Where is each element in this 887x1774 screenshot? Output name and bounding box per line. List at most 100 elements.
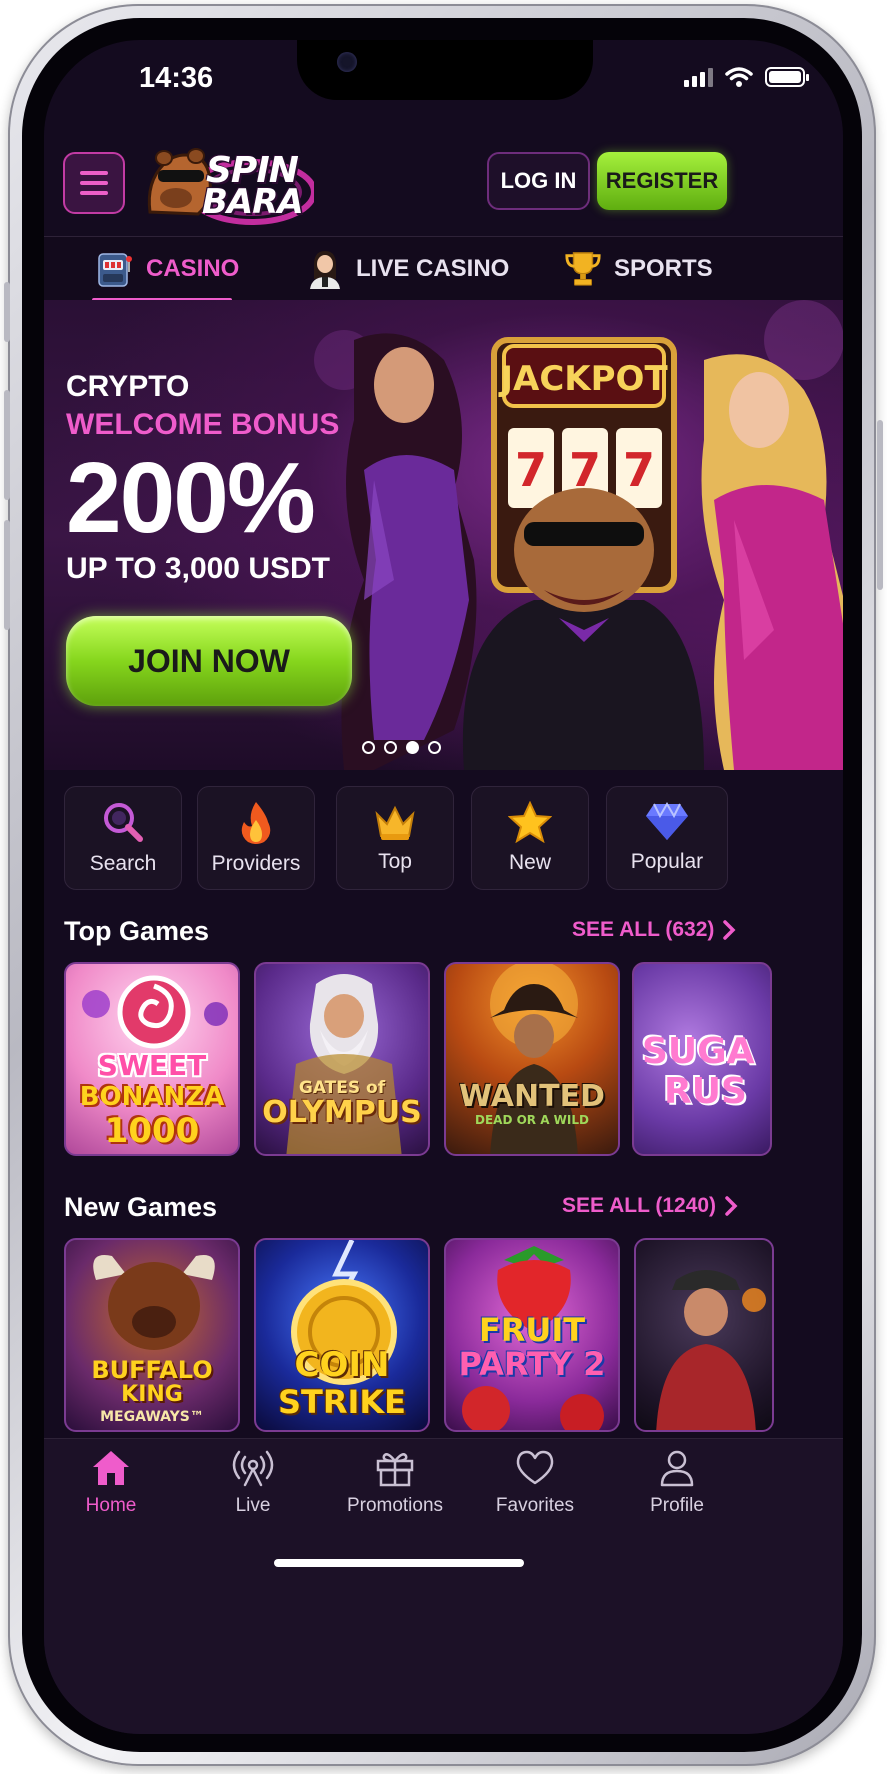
nav-live[interactable]: Live bbox=[188, 1449, 318, 1517]
nav-favorites-label: Favorites bbox=[495, 1495, 575, 1516]
game-title-line2: PARTY 2 bbox=[458, 1345, 606, 1383]
power-button bbox=[877, 420, 883, 590]
game-title-line1: SWEET bbox=[97, 1049, 207, 1082]
status-icons bbox=[684, 66, 809, 88]
see-all-new-games-label: SEE ALL (1240) bbox=[562, 1194, 717, 1217]
game-card-mobster[interactable] bbox=[634, 1238, 774, 1432]
filter-search-label: Search bbox=[89, 852, 157, 875]
filter-new-label: New bbox=[508, 851, 551, 874]
nav-home-label: Home bbox=[85, 1495, 137, 1516]
bottom-navigation: Home Live Promotions Favorites Profile bbox=[44, 1438, 843, 1734]
carousel-dots bbox=[362, 741, 441, 754]
nav-favorites[interactable]: Favorites bbox=[470, 1449, 600, 1517]
game-card-buffalo-king[interactable]: BUFFALO KING MEGAWAYS™ bbox=[64, 1238, 240, 1432]
trophy-icon bbox=[564, 250, 602, 288]
see-all-top-games[interactable]: SEE ALL (632) bbox=[572, 918, 736, 942]
hamburger-icon bbox=[80, 171, 108, 175]
banner-copy: CRYPTO WELCOME BONUS 200% UP TO 3,000 US… bbox=[66, 370, 339, 586]
tab-sports-label: SPORTS bbox=[614, 255, 713, 282]
game-card-coin-strike[interactable]: COIN STRIKE bbox=[254, 1238, 430, 1432]
join-now-button[interactable]: JOIN NOW bbox=[66, 616, 352, 706]
see-all-new-games[interactable]: SEE ALL (1240) bbox=[562, 1194, 738, 1218]
game-card-sweet-bonanza[interactable]: SWEET BONANZA 1000 bbox=[64, 962, 240, 1156]
banner-bonus-percent: 200% bbox=[66, 442, 316, 554]
tab-casino[interactable]: CASINO bbox=[96, 237, 239, 301]
game-title-line2: OLYMPUS bbox=[262, 1095, 422, 1130]
carousel-dot[interactable] bbox=[362, 741, 375, 754]
filter-popular[interactable]: Popular bbox=[606, 786, 728, 890]
filter-popular-label: Popular bbox=[630, 850, 704, 873]
log-in-button[interactable]: LOG IN bbox=[487, 152, 590, 210]
logo-text-bara: BARA bbox=[202, 182, 304, 222]
game-card-wanted-dead-or-a-wild[interactable]: WANTED DEAD OR A WILD bbox=[444, 962, 620, 1156]
game-card-gates-of-olympus[interactable]: GATES of OLYMPUS bbox=[254, 962, 430, 1156]
quick-filters: Search Providers Top New Popular bbox=[64, 786, 728, 890]
game-card-sugar-rush[interactable]: SUGA RUS bbox=[632, 962, 772, 1156]
cellular-signal-icon bbox=[684, 67, 713, 87]
nav-profile-label: Profile bbox=[650, 1495, 704, 1516]
jackpot-sign: JACKPOT bbox=[498, 359, 668, 399]
tab-live-casino[interactable]: LIVE CASINO bbox=[306, 237, 509, 301]
status-time: 14:36 bbox=[139, 62, 214, 94]
mobster-icon bbox=[656, 1270, 766, 1430]
banner-line-crypto: CRYPTO bbox=[66, 370, 190, 403]
game-title-line1: BUFFALO bbox=[91, 1356, 213, 1384]
search-icon bbox=[104, 803, 143, 842]
chevron-right-icon bbox=[723, 920, 736, 940]
nav-promotions[interactable]: Promotions bbox=[330, 1449, 460, 1517]
game-title-line2: STRIKE bbox=[277, 1383, 407, 1421]
game-title-line2: DEAD OR A WILD bbox=[475, 1113, 589, 1127]
register-button[interactable]: REGISTER bbox=[597, 152, 727, 210]
diamond-icon bbox=[646, 802, 688, 840]
game-title-line1: SUGA bbox=[642, 1031, 755, 1072]
game-title-line2: RUS bbox=[664, 1071, 747, 1112]
filter-new[interactable]: New bbox=[471, 786, 589, 890]
filter-search[interactable]: Search bbox=[64, 786, 182, 890]
filter-providers-label: Providers bbox=[211, 852, 301, 875]
reel-digit-1: 7 bbox=[515, 443, 547, 497]
broadcast-icon bbox=[232, 1450, 274, 1487]
chevron-right-icon bbox=[725, 1196, 738, 1216]
nav-home[interactable]: Home bbox=[46, 1449, 176, 1517]
top-games-row: SWEET BONANZA 1000 GATES of OLYMPUS WANT… bbox=[64, 962, 843, 1156]
home-indicator bbox=[274, 1559, 524, 1567]
mute-switch bbox=[4, 282, 10, 342]
filter-providers[interactable]: Providers bbox=[197, 786, 315, 890]
tab-sports[interactable]: SPORTS bbox=[564, 237, 713, 301]
tab-live-casino-label: LIVE CASINO bbox=[356, 255, 510, 282]
gift-icon bbox=[376, 1453, 414, 1487]
carousel-dot[interactable] bbox=[428, 741, 441, 754]
tab-casino-label: CASINO bbox=[146, 255, 240, 282]
game-title-line1: WANTED bbox=[459, 1079, 605, 1114]
status-bar: 14:36 bbox=[44, 40, 843, 130]
reel-digit-3: 7 bbox=[623, 443, 655, 497]
carousel-dot-active[interactable] bbox=[406, 741, 419, 754]
cowboy-icon bbox=[490, 964, 578, 1154]
volume-down-button bbox=[4, 520, 10, 630]
filter-top[interactable]: Top bbox=[336, 786, 454, 890]
new-games-row: BUFFALO KING MEGAWAYS™ COIN STRIKE FRUIT… bbox=[64, 1238, 843, 1432]
spinbara-logo[interactable]: SPIN BARA bbox=[142, 142, 314, 228]
game-title-line2: KING bbox=[121, 1382, 183, 1407]
banner-artwork: JACKPOT 7 7 7 bbox=[314, 300, 843, 770]
game-title-line3: MEGAWAYS™ bbox=[100, 1409, 204, 1425]
menu-button[interactable] bbox=[63, 152, 125, 214]
slot-machine-icon bbox=[96, 250, 134, 288]
banner-line-welcome-bonus: WELCOME BONUS bbox=[66, 408, 340, 441]
notch bbox=[297, 40, 593, 100]
nav-profile[interactable]: Profile bbox=[612, 1449, 742, 1517]
promo-banner[interactable]: JACKPOT 7 7 7 CRYPTO WELCOME BONUS 200% … bbox=[44, 300, 843, 770]
crown-icon bbox=[375, 805, 415, 840]
wifi-icon bbox=[725, 67, 753, 87]
nav-live-label: Live bbox=[235, 1495, 271, 1516]
game-title-line3: 1000 bbox=[104, 1111, 200, 1151]
game-card-fruit-party-2[interactable]: FRUIT PARTY 2 bbox=[444, 1238, 620, 1432]
heart-icon bbox=[516, 1450, 554, 1485]
game-title-line1: FRUIT bbox=[478, 1311, 586, 1349]
banner-bonus-amount: UP TO 3,000 USDT bbox=[66, 552, 330, 585]
volume-up-button bbox=[4, 390, 10, 500]
dealer-icon bbox=[306, 250, 344, 289]
see-all-top-games-label: SEE ALL (632) bbox=[572, 918, 715, 941]
carousel-dot[interactable] bbox=[384, 741, 397, 754]
category-tabs: CASINO LIVE CASINO SPORTS bbox=[44, 236, 843, 302]
